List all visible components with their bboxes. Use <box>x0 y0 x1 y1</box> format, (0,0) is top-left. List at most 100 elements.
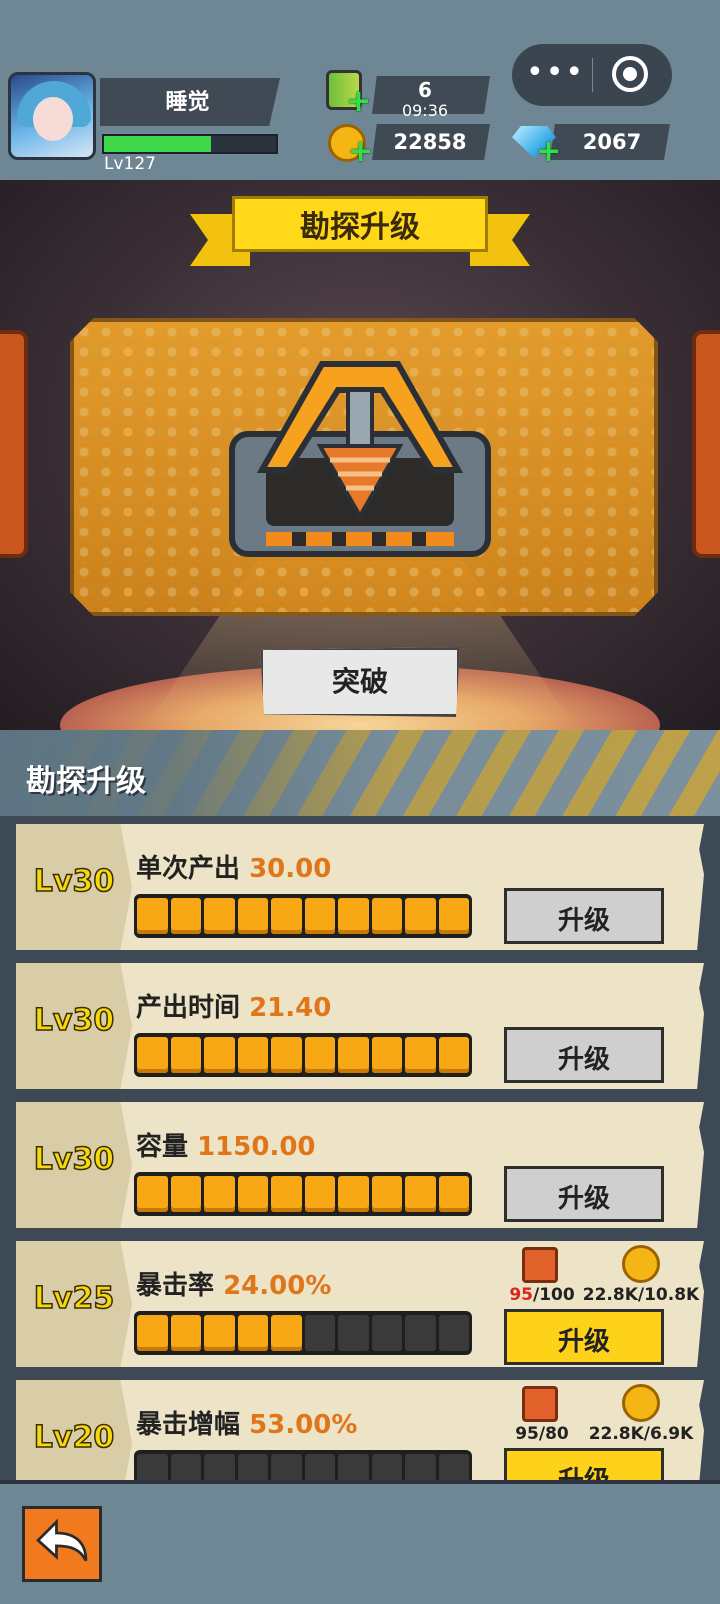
xp-bar-fill <box>104 136 211 152</box>
gold-coin-icon <box>622 1384 660 1422</box>
progress-segment <box>170 898 201 934</box>
progress-segment <box>438 1454 469 1480</box>
progress-segment <box>338 1454 369 1480</box>
progress-segment <box>438 898 469 934</box>
progress-segment <box>137 1037 168 1073</box>
diamond-amount: 2067 <box>582 130 642 154</box>
close-icon[interactable] <box>612 56 648 92</box>
upgrade-progress-bar <box>134 894 472 938</box>
material-have: 95 <box>515 1424 539 1444</box>
progress-segment <box>371 1037 402 1073</box>
progress-segment <box>137 1176 168 1212</box>
progress-segment <box>170 1037 201 1073</box>
upgrade-progress-bar <box>134 1172 472 1216</box>
progress-segment <box>271 898 302 934</box>
more-icon[interactable]: ••• <box>526 58 583 92</box>
upgrade-stat: 单次产出 30.00 <box>136 848 331 885</box>
upgrade-progress-bar <box>134 1311 472 1355</box>
avatar[interactable] <box>8 72 96 160</box>
gold-coin-icon <box>622 1245 660 1283</box>
progress-segment <box>405 1037 436 1073</box>
upgrade-level: Lv30 <box>33 1002 115 1039</box>
progress-segment <box>338 1176 369 1212</box>
progress-segment <box>170 1454 201 1480</box>
upgrade-row: Lv20 暴击增幅 53.00% 95/80 22.8K/6.9K 升级 <box>16 1380 704 1480</box>
upgrade-stat: 产出时间 21.40 <box>136 987 331 1024</box>
energy-add-icon[interactable]: + <box>346 84 371 119</box>
progress-segment <box>371 898 402 934</box>
progress-segment <box>405 1176 436 1212</box>
upgrade-level: Lv25 <box>33 1280 115 1317</box>
upgrade-stat-value: 21.40 <box>249 993 332 1023</box>
upgrade-stat: 容量 1150.00 <box>136 1126 316 1163</box>
upgrade-row: Lv30 产出时间 21.40 升级 <box>16 963 704 1089</box>
progress-segment <box>438 1037 469 1073</box>
progress-segment <box>237 1037 268 1073</box>
upgrade-button-label: 升级 <box>504 1460 664 1480</box>
back-button[interactable] <box>22 1506 102 1582</box>
progress-segment <box>170 1315 201 1351</box>
progress-segment <box>371 1454 402 1480</box>
progress-segment <box>338 1315 369 1351</box>
drill-icon <box>229 361 491 557</box>
progress-segment <box>137 1315 168 1351</box>
progress-segment <box>304 1454 335 1480</box>
progress-segment <box>271 1315 302 1351</box>
progress-segment <box>271 1176 302 1212</box>
progress-segment <box>438 1176 469 1212</box>
progress-segment <box>438 1315 469 1351</box>
material-icon <box>522 1386 558 1422</box>
back-arrow-icon <box>36 1518 88 1562</box>
gold-add-icon[interactable]: + <box>348 134 373 169</box>
gold-amount: 22858 <box>393 130 467 154</box>
progress-segment <box>237 1315 268 1351</box>
material-need: /80 <box>538 1424 569 1444</box>
upgrade-button-label: 升级 <box>557 906 610 936</box>
energy-count: 6 <box>418 78 432 102</box>
diamond-add-icon[interactable]: + <box>536 134 561 169</box>
upgrade-row: Lv30 单次产出 30.00 升级 <box>16 824 704 950</box>
upgrade-stat-name: 单次产出 <box>136 854 241 884</box>
upgrade-level: Lv30 <box>33 863 115 900</box>
player-name: 睡觉 <box>165 90 210 115</box>
progress-segment <box>271 1454 302 1480</box>
upgrade-row: Lv25 暴击率 24.00% 95/100 22.8K/10.8K 升级 <box>16 1241 704 1367</box>
progress-segment <box>137 898 168 934</box>
breakthrough-button-label: 突破 <box>331 665 388 698</box>
upgrade-stat-name: 产出时间 <box>136 993 241 1023</box>
upgrade-button-label: 升级 <box>557 1045 610 1075</box>
section-title: 勘探升级 <box>26 764 146 799</box>
progress-segment <box>204 1176 235 1212</box>
progress-segment <box>204 1037 235 1073</box>
progress-segment <box>304 1176 335 1212</box>
progress-segment <box>137 1454 168 1480</box>
bottom-bar <box>0 1480 720 1604</box>
progress-segment <box>237 898 268 934</box>
scene-title: 勘探升级 <box>300 210 420 245</box>
upgrade-stat-value: 24.00% <box>223 1271 332 1301</box>
material-icon <box>522 1247 558 1283</box>
material-have: 95 <box>509 1285 533 1305</box>
player-level: Lv127 <box>104 154 156 174</box>
upgrade-progress-bar <box>134 1450 472 1480</box>
progress-segment <box>170 1176 201 1212</box>
upgrade-stat: 暴击增幅 53.00% <box>136 1404 357 1441</box>
upgrade-list[interactable]: Lv30 单次产出 30.00 升级 Lv30 产出时间 21.40 升级 Lv30 容量 1… <box>0 816 720 1480</box>
progress-segment <box>204 898 235 934</box>
progress-segment <box>405 898 436 934</box>
progress-segment <box>304 1315 335 1351</box>
upgrade-level: Lv30 <box>33 1141 115 1178</box>
upgrade-stat-value: 53.00% <box>249 1410 358 1440</box>
progress-segment <box>237 1176 268 1212</box>
progress-segment <box>338 898 369 934</box>
progress-segment <box>204 1315 235 1351</box>
side-light-left <box>0 330 28 558</box>
upgrade-button-label: 升级 <box>557 1327 610 1357</box>
progress-segment <box>338 1037 369 1073</box>
progress-segment <box>304 898 335 934</box>
capsule-divider <box>592 58 593 92</box>
progress-segment <box>371 1315 402 1351</box>
upgrade-stat-name: 容量 <box>136 1132 189 1162</box>
upgrade-stat-name: 暴击率 <box>136 1271 215 1301</box>
progress-segment <box>371 1176 402 1212</box>
